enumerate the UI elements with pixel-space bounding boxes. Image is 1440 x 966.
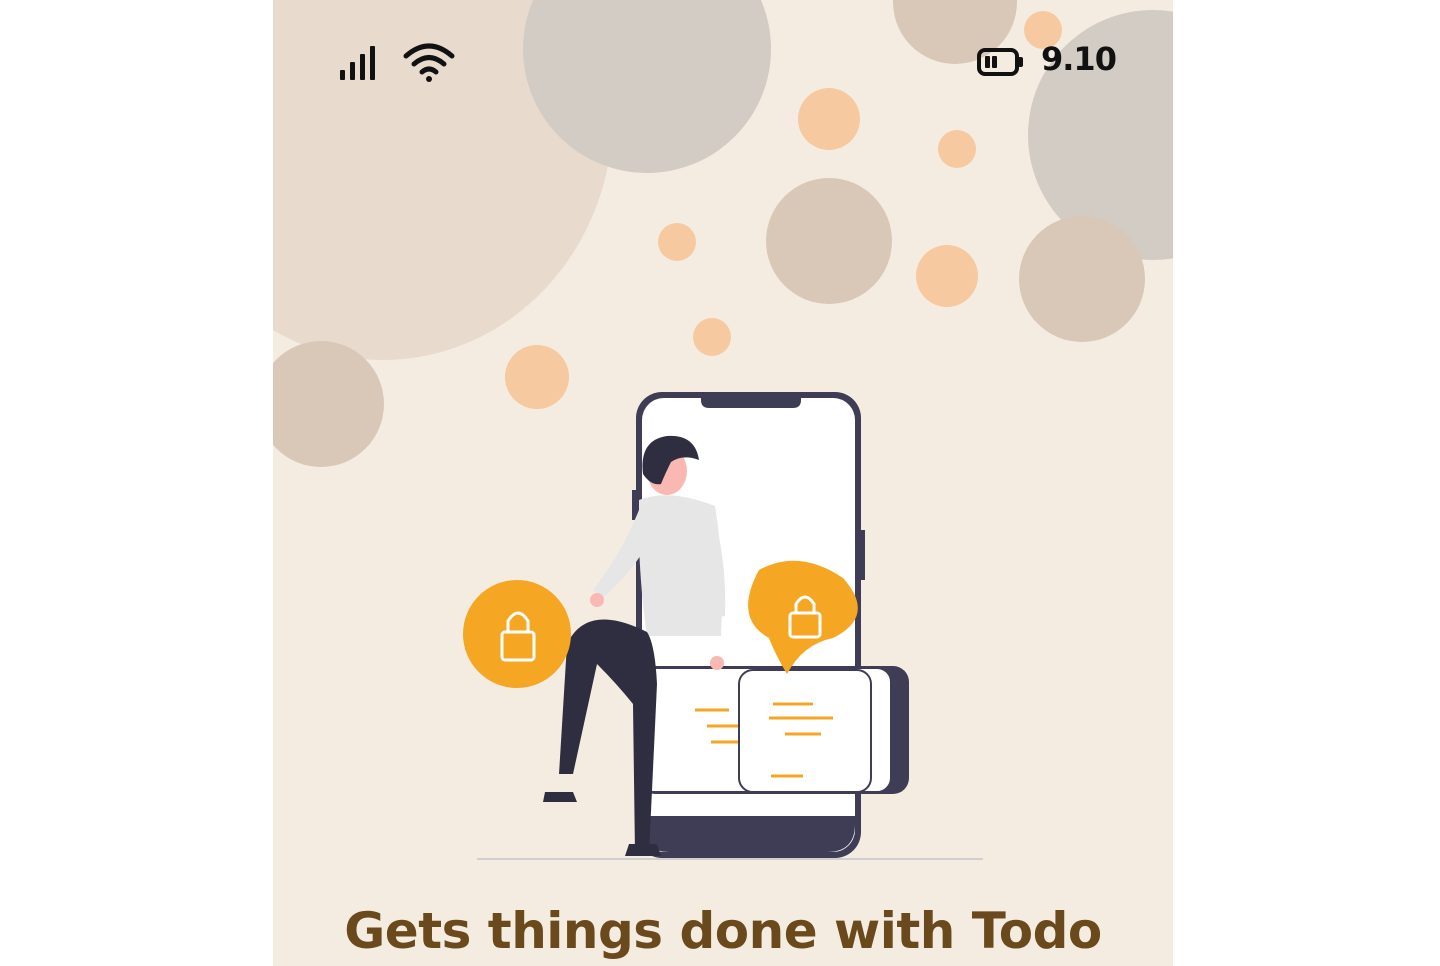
onboarding-headline: Gets things done with Todo bbox=[344, 902, 1102, 960]
decor-bubble-peach bbox=[693, 318, 731, 356]
decor-bubble-peach bbox=[916, 245, 978, 307]
onboarding-illustration bbox=[463, 392, 983, 860]
wifi-icon bbox=[403, 43, 455, 82]
status-time: 9.10 bbox=[1041, 40, 1117, 78]
decor-bubble-tan-left bbox=[273, 341, 384, 467]
battery-low-icon bbox=[977, 48, 1023, 76]
decor-bubble-peach bbox=[938, 130, 976, 168]
cellular-signal-icon bbox=[340, 46, 375, 80]
decor-bubble-tan-mid bbox=[766, 178, 892, 304]
status-bar: 9.10 bbox=[273, 0, 1173, 120]
onboarding-screen: 9.10 Gets things done with Todo bbox=[273, 0, 1173, 966]
decor-bubble-tan-right bbox=[1019, 216, 1145, 342]
decor-bubble-peach bbox=[658, 223, 696, 261]
